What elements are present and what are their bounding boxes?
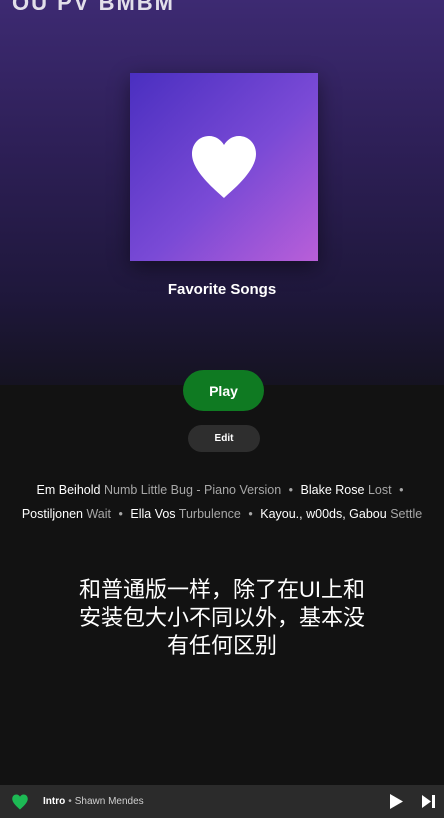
playlist-screen: OU PV BMBM Favorite Songs Play Edit Em B…	[0, 0, 444, 818]
overlay-caption: 和普通版一样，除了在UI上和 安装包大小不同以外，基本没 有任何区别	[78, 577, 365, 658]
playlist-cover	[130, 73, 318, 261]
now-playing-artist: Shawn Mendes	[74, 796, 144, 807]
track-artist: Ella Vos	[130, 507, 176, 521]
now-playing-track: Intro	[43, 796, 66, 807]
track-artist: Em Beihold	[36, 483, 101, 497]
track-artist: Blake Rose	[300, 483, 365, 497]
track-title: Wait	[86, 507, 112, 521]
skip-next-icon[interactable]	[421, 794, 436, 809]
track-artist: Kayou., w00ds, Gabou	[260, 507, 387, 521]
top-clipped-text: OU PV BMBM	[12, 0, 175, 15]
track-title: Turbulence	[178, 507, 241, 521]
track-artist: Postiljonen	[21, 507, 83, 521]
heart-filled-icon[interactable]	[11, 794, 29, 810]
separator-dot: •	[248, 507, 253, 521]
now-playing-separator: •	[68, 796, 72, 807]
now-playing-info[interactable]: Intro • Shawn Mendes	[43, 785, 144, 818]
track-title: Settle	[390, 507, 423, 521]
separator-dot: •	[288, 483, 294, 497]
play-icon[interactable]	[388, 793, 404, 810]
track-preview-list: Em Beihold Numb Little Bug - Piano Versi…	[18, 478, 426, 526]
track-title: Lost	[367, 483, 392, 497]
playlist-title: Favorite Songs	[167, 281, 277, 298]
play-button[interactable]: Play	[183, 370, 264, 411]
heart-icon	[192, 136, 256, 198]
separator-dot: •	[118, 507, 123, 521]
edit-button[interactable]: Edit	[188, 425, 260, 452]
track-title: Numb Little Bug - Piano Version	[103, 483, 282, 497]
mini-player[interactable]: Intro • Shawn Mendes	[0, 785, 444, 818]
separator-dot: •	[399, 483, 404, 497]
